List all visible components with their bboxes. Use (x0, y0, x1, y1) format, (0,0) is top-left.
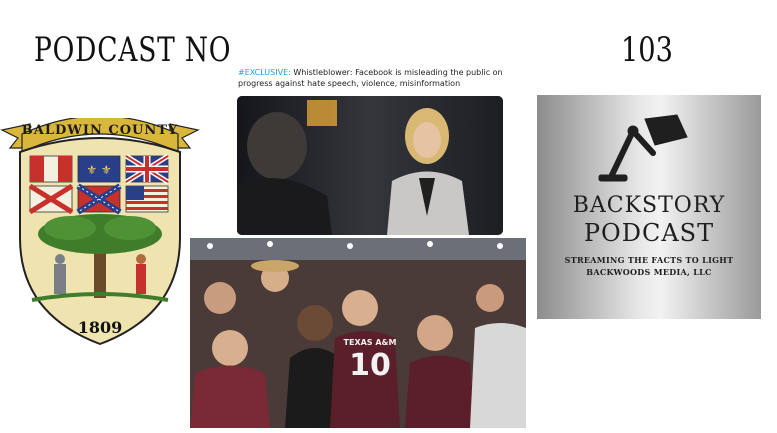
poster-tagline-line1: STREAMING THE FACTS TO LIGHT (564, 255, 734, 265)
crowd-scene (190, 238, 526, 428)
news-headline: #EXCLUSIVE: Whistleblower: Facebook is m… (238, 67, 508, 89)
interview-photo (237, 96, 503, 235)
podcast-number-value: 103 (621, 30, 673, 70)
seal-county-name: BALDWIN COUNTY (21, 123, 179, 138)
poster-tagline-line2: BACKWOODS MEDIA, LLC (586, 267, 712, 277)
baldwin-county-seal: ⚜ ⚜ (0, 118, 200, 346)
news-tag: #EXCLUSIVE: (238, 68, 291, 77)
interview-scene (237, 96, 503, 235)
football-celebration-photo: TEXAS A&M 10 (190, 238, 526, 428)
backstory-podcast-poster: BACKSTORY PODCAST STREAMING THE FACTS TO… (537, 95, 761, 319)
podcast-number-label: PODCAST NO (34, 30, 232, 70)
svg-text:⚜ ⚜: ⚜ ⚜ (86, 163, 111, 177)
poster-title-line2: PODCAST (583, 219, 715, 247)
poster-title-line1: BACKSTORY (572, 193, 726, 218)
jersey-text: TEXAS A&M (343, 338, 397, 347)
jersey-number: 10 (349, 348, 391, 383)
seal-year: 1809 (77, 318, 123, 337)
